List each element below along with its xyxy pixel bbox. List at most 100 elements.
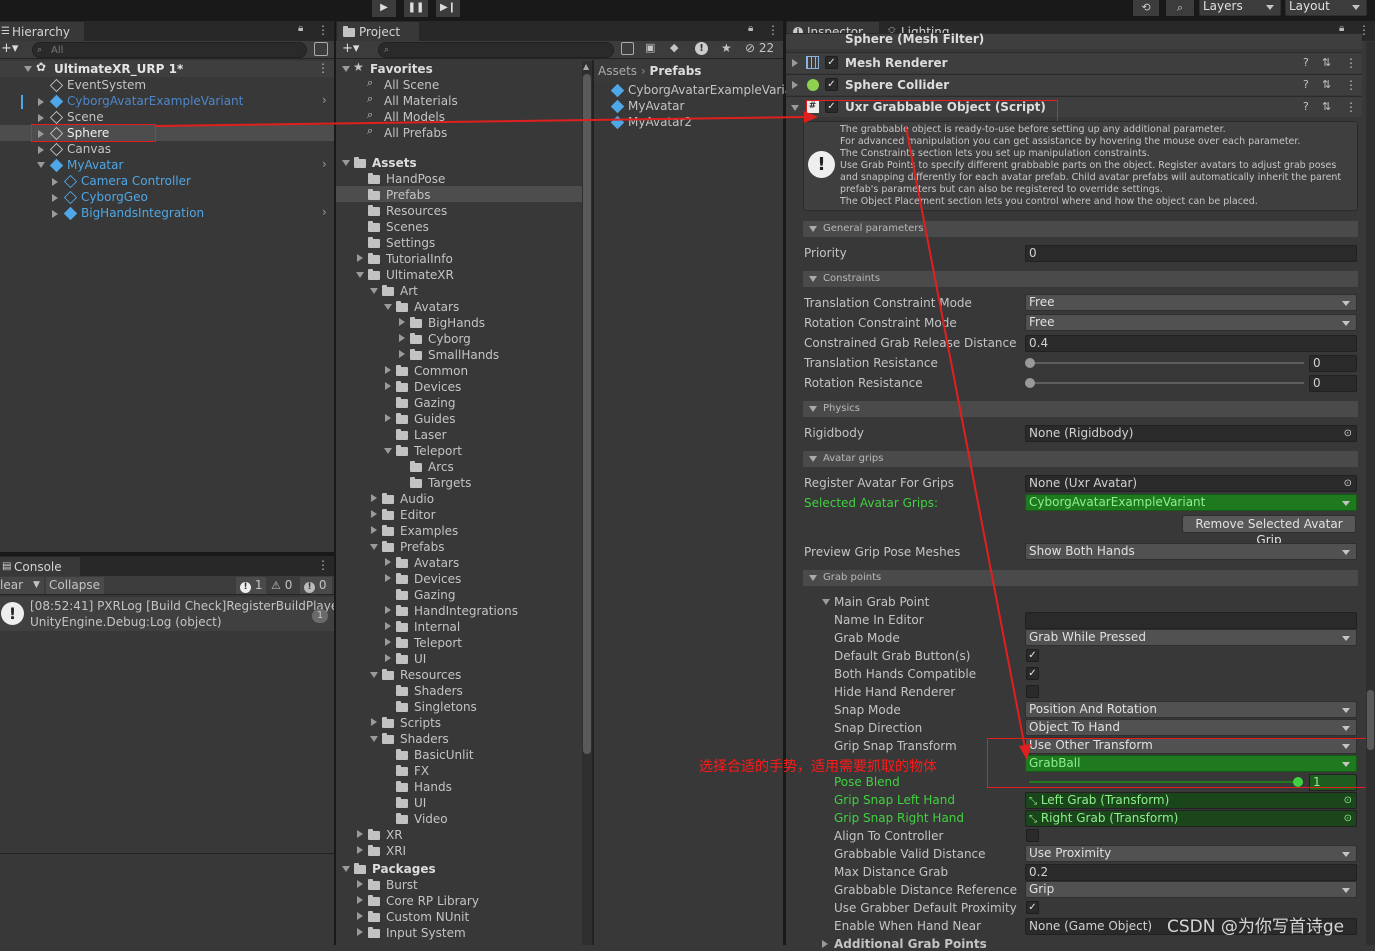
component-menu-icon[interactable]: ⋮ [1345,75,1357,95]
fold-arrow[interactable] [52,210,58,218]
hierarchy-item[interactable]: Canvas [67,141,111,157]
prefab-open-arrow-icon[interactable]: › [322,93,327,107]
fold-arrow[interactable] [822,940,828,948]
hierarchy-item[interactable]: Scene [67,109,104,125]
section-physics[interactable]: Physics [803,401,1358,417]
folder-item[interactable]: Laser [414,427,447,443]
warning-filter-icon[interactable]: ! [695,42,708,55]
folder-item[interactable]: Burst [386,877,418,893]
folder-item[interactable]: Scenes [386,219,429,235]
folder-item[interactable]: Avatars [414,299,459,315]
create-button[interactable]: +▾ [1,41,18,56]
snap-direction-dropdown[interactable]: Object To Hand [1025,719,1357,736]
folder-item[interactable]: Common [414,363,468,379]
fold-arrow[interactable] [384,304,392,310]
fold-arrow[interactable] [385,622,391,630]
prefab-open-arrow-icon[interactable]: › [322,205,327,219]
fold-arrow[interactable] [38,146,44,154]
fold-arrow[interactable] [792,81,798,89]
breadcrumb-prefabs[interactable]: Prefabs [650,64,702,78]
folder-item[interactable]: TutorialInfo [386,251,453,267]
rotation-resistance-slider[interactable] [1029,382,1304,384]
file-item[interactable]: MyAvatar [628,98,684,114]
translation-mode-dropdown[interactable]: Free [1025,294,1357,311]
file-item[interactable]: MyAvatar2 [628,114,692,130]
folder-item[interactable]: Art [400,283,418,299]
fold-arrow[interactable] [371,718,377,726]
enabled-checkbox[interactable]: ✓ [825,56,838,69]
folder-item[interactable]: UI [414,651,426,667]
scene-menu-icon[interactable]: ⋮ [317,61,329,75]
folder-item[interactable]: Scripts [400,715,441,731]
hierarchy-item[interactable]: BigHandsIntegration [81,205,204,221]
folder-item[interactable]: Input System [386,925,466,941]
file-item[interactable]: CyborgAvatarExampleVaria [628,82,792,98]
folder-item[interactable]: Cyborg [428,331,471,347]
help-icon[interactable]: ? [1303,75,1309,95]
hierarchy-search-input[interactable]: ⌕ All [32,42,307,58]
favorite-item[interactable]: All Models [384,109,445,125]
fold-arrow[interactable] [356,272,364,278]
favorites-header[interactable]: Favorites [370,61,433,77]
fold-arrow[interactable] [357,896,363,904]
folder-item[interactable]: Custom NUnit [386,909,469,925]
favorite-item[interactable]: All Scene [384,77,439,93]
tab-console[interactable]: ▤ Console [0,557,80,577]
default-grab-button-checkbox[interactable]: ✓ [1026,649,1039,662]
folder-item[interactable]: Settings [386,235,435,251]
fold-arrow[interactable] [357,880,363,888]
fold-arrow[interactable] [52,194,58,202]
folder-item[interactable]: Targets [428,475,471,491]
fold-arrow[interactable] [385,414,391,422]
fold-arrow[interactable] [357,846,363,854]
fold-arrow[interactable] [357,254,363,262]
grab-mode-dropdown[interactable]: Grab While Pressed [1025,629,1357,646]
object-picker-icon[interactable]: ⊙ [1344,476,1352,491]
fold-arrow[interactable] [38,98,44,106]
hierarchy-item[interactable]: CyborgGeo [81,189,148,205]
rotation-resistance-field[interactable]: 0 [1309,375,1357,392]
folder-item[interactable]: Devices [414,379,461,395]
fold-arrow[interactable] [385,574,391,582]
hierarchy-item[interactable]: MyAvatar [67,157,123,173]
hidden-packages-toggle[interactable]: ⊘ 22 [745,41,774,55]
max-distance-field[interactable]: 0.2 [1025,864,1357,881]
hierarchy-item[interactable]: CyborgAvatarExampleVariant [67,93,243,109]
lock-icon[interactable]: 🔒︎ [298,23,303,34]
selected-grips-dropdown[interactable]: CyborgAvatarExampleVariant [1025,494,1357,511]
fold-arrow[interactable] [385,382,391,390]
folder-item[interactable]: Prefabs [400,539,445,555]
component-mesh-renderer[interactable]: ✓ Mesh Renderer ? ⇅ ⋮ [786,52,1362,73]
folder-item[interactable]: Arcs [428,459,454,475]
collapse-button[interactable]: Collapse [46,577,104,594]
priority-field[interactable]: 0 [1025,245,1357,262]
name-in-editor-field[interactable] [1025,612,1357,629]
folder-item[interactable]: Editor [400,507,436,523]
fold-arrow[interactable] [38,114,44,122]
distance-reference-dropdown[interactable]: Grip [1025,881,1357,898]
translation-resistance-field[interactable]: 0 [1309,355,1357,372]
folder-item[interactable]: Video [414,811,448,827]
folder-item[interactable]: Gazing [414,395,456,411]
folder-item[interactable]: Internal [414,619,460,635]
hierarchy-item[interactable]: UltimateXR_URP 1* [54,61,183,77]
pause-button[interactable]: ❚❚ [404,0,428,17]
project-search-input[interactable]: ⌕ [378,42,614,58]
folder-item[interactable]: Resources [386,203,447,219]
fold-arrow[interactable] [385,366,391,374]
fold-arrow[interactable] [342,866,350,872]
fold-arrow[interactable] [357,928,363,936]
folder-item[interactable]: XR [386,827,403,843]
inspector-scrollbar-thumb[interactable] [1367,690,1374,750]
align-controller-checkbox[interactable] [1026,829,1039,842]
fold-arrow[interactable] [791,105,799,111]
hide-hand-checkbox[interactable] [1026,685,1039,698]
fold-arrow[interactable] [371,526,377,534]
folder-item[interactable]: Packages [372,861,436,877]
package-filter-icon[interactable]: ▣ [645,41,655,54]
folder-item[interactable]: Teleport [414,635,462,651]
rotation-mode-dropdown[interactable]: Free [1025,314,1357,331]
favorite-star-icon[interactable]: ★ [721,41,732,55]
folder-item[interactable]: UI [414,795,426,811]
folder-item[interactable]: Shaders [414,683,463,699]
